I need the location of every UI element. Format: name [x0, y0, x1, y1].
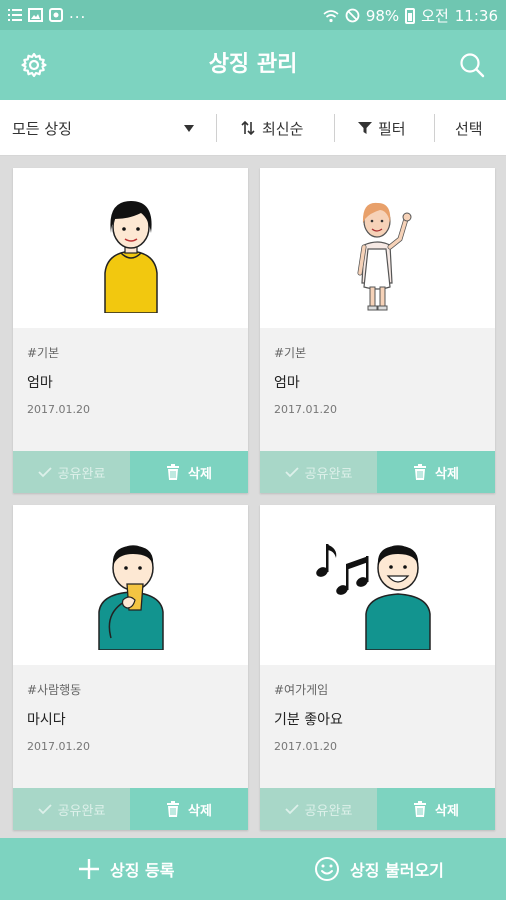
delete-button[interactable]: 삭제 [377, 788, 495, 830]
search-button[interactable] [452, 45, 492, 85]
trash-icon [167, 464, 180, 480]
page-title: 상징 관리 [208, 52, 298, 77]
symbol-tag: #기본 [27, 346, 60, 360]
register-symbol-button[interactable]: 상징 등록 [78, 838, 174, 900]
symbol-name: 엄마 [274, 375, 300, 391]
delete-label: 삭제 [435, 803, 459, 819]
filter-bar: 모든 상징 최신순 필터 선택 [0, 100, 506, 156]
symbol-tag: #사람행동 [27, 683, 82, 697]
import-label: 상징 불러오기 [350, 861, 444, 880]
import-symbol-button[interactable]: 상징 불러오기 [314, 838, 444, 900]
filter-button[interactable]: 필터 [358, 100, 406, 156]
symbol-card[interactable]: #기본 엄마 2017.01.20 공유완료 삭제 [13, 168, 248, 493]
card-actions: 공유완료 삭제 [260, 788, 495, 830]
check-icon [284, 467, 299, 478]
category-dropdown[interactable]: 모든 상징 [12, 100, 202, 156]
app-notification-icon [49, 8, 63, 22]
filter-label: 필터 [378, 119, 406, 138]
symbol-tag: #여가게임 [274, 683, 329, 697]
delete-button[interactable]: 삭제 [130, 451, 248, 493]
sort-label: 최신순 [262, 119, 304, 138]
share-label: 공유완료 [304, 466, 353, 482]
trash-icon [414, 464, 427, 480]
share-done-button[interactable]: 공유완료 [260, 451, 377, 493]
card-actions: 공유완료 삭제 [13, 451, 248, 493]
list-icon [8, 9, 22, 21]
gallery-icon [28, 8, 43, 22]
delete-label: 삭제 [435, 466, 459, 482]
symbol-date: 2017.01.20 [27, 740, 90, 753]
delete-label: 삭제 [188, 803, 212, 819]
share-done-button[interactable]: 공유완료 [13, 788, 130, 830]
filter-icon [358, 122, 372, 134]
symbol-date: 2017.01.20 [274, 740, 337, 753]
symbol-card[interactable]: #기본 엄마 2017.01.20 공유완료 삭제 [260, 168, 495, 493]
man-drinking-image [97, 545, 164, 650]
category-label: 모든 상징 [12, 119, 72, 138]
share-label: 공유완료 [57, 466, 106, 482]
divider [334, 114, 335, 142]
symbol-info: #여가게임 기분 좋아요 2017.01.20 [260, 665, 495, 788]
time: 11:36 [454, 6, 498, 25]
register-label: 상징 등록 [110, 861, 175, 880]
sort-button[interactable]: 최신순 [240, 100, 303, 156]
smile-icon [315, 857, 339, 881]
select-label: 선택 [455, 119, 483, 138]
woman-apron-waving-image [357, 202, 411, 311]
chevron-down-icon [184, 125, 194, 132]
delete-label: 삭제 [188, 466, 212, 482]
plus-icon [79, 859, 99, 879]
wifi-icon [323, 9, 339, 22]
card-actions: 공유완료 삭제 [13, 788, 248, 830]
battery-percent: 98% [365, 6, 400, 25]
symbol-name: 기분 좋아요 [274, 712, 343, 728]
app-bar: 상징 관리 [0, 30, 506, 100]
symbol-tag: #기본 [274, 346, 307, 360]
share-label: 공유완료 [304, 803, 353, 819]
symbol-image [260, 168, 495, 328]
bottom-bar: 상징 등록 상징 불러오기 [0, 838, 506, 900]
woman-yellow-sweater-image [103, 201, 158, 313]
search-icon [460, 53, 485, 78]
symbol-image [13, 168, 248, 328]
do-not-disturb-icon [345, 8, 360, 23]
symbol-info: #기본 엄마 2017.01.20 [260, 328, 495, 451]
sort-icon [241, 120, 255, 136]
check-icon [284, 804, 299, 815]
trash-icon [414, 801, 427, 817]
notification-icons: ... [8, 4, 87, 24]
divider [434, 114, 435, 142]
symbol-name: 마시다 [27, 712, 66, 728]
divider [216, 114, 217, 142]
symbol-image [13, 505, 248, 665]
select-button[interactable]: 선택 [455, 100, 483, 156]
share-done-button[interactable]: 공유완료 [13, 451, 130, 493]
symbol-info: #기본 엄마 2017.01.20 [13, 328, 248, 451]
share-done-button[interactable]: 공유완료 [260, 788, 377, 830]
card-actions: 공유완료 삭제 [260, 451, 495, 493]
symbol-info: #사람행동 마시다 2017.01.20 [13, 665, 248, 788]
symbol-date: 2017.01.20 [27, 403, 90, 416]
delete-button[interactable]: 삭제 [130, 788, 248, 830]
status-bar: ... 98% 오전 11:36 [0, 0, 506, 30]
symbol-card[interactable]: #여가게임 기분 좋아요 2017.01.20 공유완료 삭제 [260, 505, 495, 830]
time-ampm: 오전 [421, 7, 449, 25]
battery-icon [405, 7, 416, 24]
symbol-image [260, 505, 495, 665]
check-icon [37, 804, 52, 815]
symbol-date: 2017.01.20 [274, 403, 337, 416]
symbol-name: 엄마 [27, 375, 53, 391]
symbol-card[interactable]: #사람행동 마시다 2017.01.20 공유완료 삭제 [13, 505, 248, 830]
man-happy-music-image [315, 544, 431, 650]
trash-icon [167, 801, 180, 817]
more-notifications: ... [69, 4, 87, 22]
check-icon [37, 467, 52, 478]
share-label: 공유완료 [57, 803, 106, 819]
system-status: 98% 오전 11:36 [323, 5, 498, 26]
delete-button[interactable]: 삭제 [377, 451, 495, 493]
